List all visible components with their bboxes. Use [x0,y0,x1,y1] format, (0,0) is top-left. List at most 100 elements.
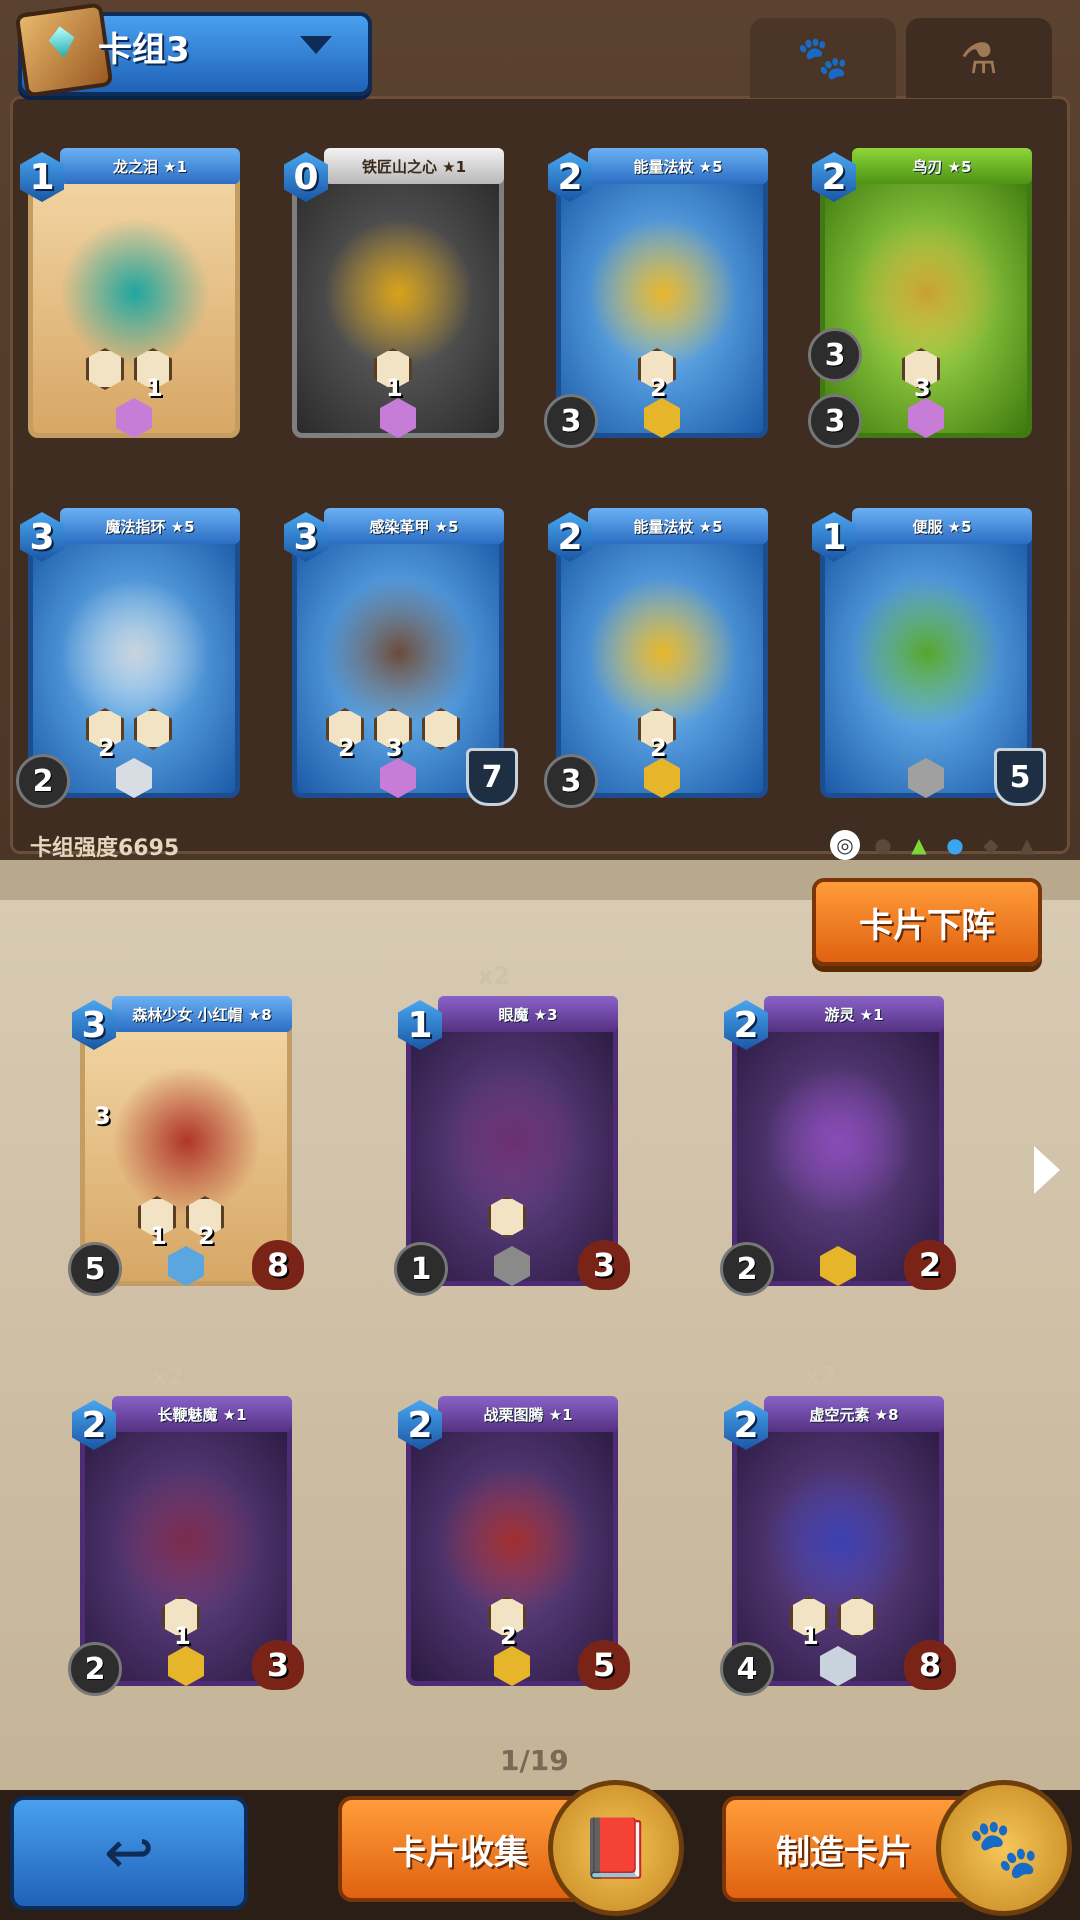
collection-card[interactable]: 森林少女 小红帽 ★8 3 1 2 5 8 3 [68,996,304,1296]
paw-potion-icon[interactable]: 🐾 [936,1780,1072,1916]
attack-badge: 3 [544,754,598,808]
card-name-banner: 便服 ★5 [852,508,1032,544]
card-name-banner: 鸟刃 ★5 [852,148,1032,184]
armor-badge: 5 [994,748,1046,806]
attack-badge: 1 [394,1242,448,1296]
health-badge: 3 [578,1240,630,1290]
armor-badge: 7 [466,748,518,806]
collection-card[interactable]: 虚空元素 ★8 2 1 4 8 x2 [720,1362,956,1696]
chevron-down-icon[interactable] [300,36,332,54]
mana-cost: 3 [293,516,319,558]
attack-value: 2 [84,1651,106,1687]
attack-badge: 4 [720,1642,774,1696]
card-name-banner: 长鞭魅魔 ★1 [112,1396,292,1432]
back-arrow-icon: ↩ [103,1818,155,1888]
filter-fire-icon[interactable]: ● [868,830,898,860]
deck-card[interactable]: 能量法杖 ★5 2 2 3 [544,148,776,448]
deck-card[interactable]: 铁匠山之心 ★1 0 1 [284,148,512,448]
filter-flame-icon[interactable]: ▲ [1012,830,1042,860]
collection-card[interactable]: 游灵 ★1 2 2 2 [720,996,956,1296]
attack-value: 1 [410,1251,432,1287]
attack-value: 4 [736,1651,758,1687]
card-art [588,218,738,368]
collection-card[interactable]: 长鞭魅魔 ★1 2 1 2 3 x2 [68,1362,304,1696]
health-value: 8 [266,1246,290,1284]
attack-value: 5 [84,1251,106,1287]
deck-card[interactable]: 便服 ★5 1 5 [812,508,1046,808]
ability-value: 3 [386,734,403,762]
ability-value: 1 [150,1222,167,1250]
card-name-banner: 铁匠山之心 ★1 [324,148,504,184]
mana-cost: 2 [821,156,847,198]
card-count: x2 [804,1362,837,1390]
card-name-banner: 能量法杖 ★5 [588,148,768,184]
attack-badge: 3 [808,394,862,448]
card-art [112,1466,262,1616]
ability-value: 1 [146,374,163,402]
ability-value: 2 [98,734,115,762]
mana-cost: 2 [557,516,583,558]
card-name: 眼魔 ★3 [498,1005,558,1024]
filter-nature-icon[interactable]: ▲ [904,830,934,860]
card-name-banner: 魔法指环 ★5 [60,508,240,544]
tab-potions[interactable]: ⚗ [906,18,1052,98]
health-value: 8 [918,1646,942,1684]
remove-card-button[interactable]: 卡片下阵 [812,878,1042,966]
mana-cost: 1 [821,516,847,558]
attack-badge: 2 [720,1242,774,1296]
filter-neutral-icon[interactable]: ◎ [830,830,860,860]
back-button[interactable]: ↩ [10,1796,248,1910]
card-art [438,1466,588,1616]
mana-cost: 2 [733,1404,759,1446]
next-page-arrow-icon[interactable] [1034,1146,1060,1194]
ability-value: 2 [198,1222,215,1250]
mana-cost: 3 [29,516,55,558]
filter-shadow-icon[interactable]: ◆ [976,830,1006,860]
armor-value: 7 [481,759,503,795]
health-value: 3 [266,1646,290,1684]
mana-cost: 1 [29,156,55,198]
health-badge: 8 [252,1240,304,1290]
deck-card[interactable]: 感染革甲 ★5 3 2 3 7 [284,508,518,808]
deck-card[interactable]: 魔法指环 ★5 3 2 2 [16,508,248,808]
health-badge: 8 [904,1640,956,1690]
health-badge: 2 [904,1240,956,1290]
tab-pets[interactable]: 🐾 [750,18,896,98]
page-indicator: 1/19 [500,1744,569,1777]
card-name: 鸟刃 ★5 [912,157,972,176]
card-art [60,218,210,368]
deck-card[interactable]: 鸟刃 ★5 2 3 3 3 [808,148,1040,448]
filter-water-icon[interactable]: ● [940,830,970,860]
ability-value: 1 [802,1622,819,1650]
range-value: 3 [824,337,846,373]
deck-card[interactable]: 能量法杖 ★5 2 2 3 [544,508,776,808]
health-value: 3 [592,1246,616,1284]
deck-card[interactable]: 龙之泪 ★1 1 1 [20,148,248,448]
collection-card[interactable]: 战栗图腾 ★1 2 2 5 [398,1396,630,1696]
card-name-banner: 虚空元素 ★8 [764,1396,944,1432]
card-collection-label: 卡片收集 [392,1832,528,1873]
card-art [324,578,474,728]
card-art [324,218,474,368]
mana-cost: 3 [81,1004,107,1046]
health-value: 2 [918,1246,942,1284]
attack-value: 2 [736,1251,758,1287]
card-name: 长鞭魅魔 ★1 [157,1405,247,1424]
health-value: 5 [592,1646,616,1684]
card-art [438,1066,588,1216]
ability-value: 3 [914,374,931,402]
mana-cost: 1 [407,1004,433,1046]
collection-card[interactable]: 眼魔 ★3 1 1 3 x2 [394,962,630,1296]
card-name: 虚空元素 ★8 [809,1405,899,1424]
card-name-banner: 龙之泪 ★1 [60,148,240,184]
remove-card-label: 卡片下阵 [859,905,995,946]
mana-cost: 2 [557,156,583,198]
card-art [60,578,210,728]
card-name: 能量法杖 ★5 [633,517,723,536]
attack-value: 3 [824,403,846,439]
paw-icon: 🐾 [796,33,850,82]
card-name: 感染革甲 ★5 [369,517,459,536]
card-book-icon[interactable]: 📕 [548,1780,684,1916]
mana-cost: 2 [81,1404,107,1446]
attack-badge: 2 [68,1642,122,1696]
